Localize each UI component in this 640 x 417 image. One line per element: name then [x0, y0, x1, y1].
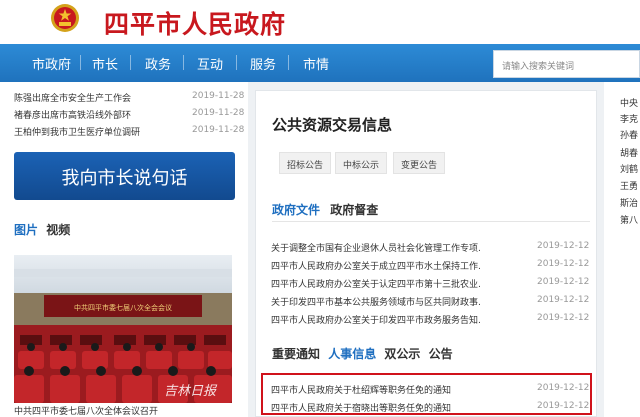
nav-divider	[288, 55, 289, 70]
news-item[interactable]: 王柏仲到我市卫生医疗单位调研 2019-11-28	[14, 125, 244, 139]
document-item[interactable]: 关于印发四平市基本公共服务领域市与区共同财政事... 2019-12-12	[271, 295, 589, 309]
notice-title[interactable]: 四平市人民政府关于宿晓出等职务任免的通知	[271, 401, 481, 414]
tender-notice-button[interactable]: 招标公告	[279, 152, 331, 174]
document-date: 2019-12-12	[537, 259, 590, 269]
notice-date: 2019-12-12	[537, 383, 590, 393]
news-date: 2019-11-28	[192, 125, 245, 135]
public-resource-trading-title[interactable]: 公共资源交易信息	[272, 114, 392, 135]
right-list-item[interactable]: 胡春	[620, 146, 638, 159]
meeting-photo-illustration: 中共四平市委七届八次全会会议 吉林日报	[14, 255, 232, 403]
nav-item-government-affairs[interactable]: 政务	[145, 54, 171, 73]
nav-item-interaction[interactable]: 互动	[197, 54, 223, 73]
document-date: 2019-12-12	[537, 295, 590, 305]
nav-item-city-info[interactable]: 市情	[303, 54, 329, 73]
news-date: 2019-11-28	[192, 108, 245, 118]
news-title[interactable]: 褚春彦出席市高铁沿线外部环	[14, 108, 164, 121]
nav-divider	[236, 55, 237, 70]
news-item[interactable]: 陈强出席全市安全生产工作会 2019-11-28	[14, 91, 244, 105]
news-title[interactable]: 王柏仲到我市卫生医疗单位调研	[14, 125, 164, 138]
tab-videos[interactable]: 视频	[46, 223, 70, 237]
news-date: 2019-11-28	[192, 91, 245, 101]
nav-item-mayor[interactable]: 市长	[92, 54, 118, 73]
document-date: 2019-12-12	[537, 241, 590, 251]
tab-important-notices[interactable]: 重要通知	[272, 347, 320, 361]
document-item[interactable]: 四平市人民政府办公室关于认定四平市第十三批农业... 2019-12-12	[271, 277, 589, 291]
right-list-item[interactable]: 刘鹤	[620, 162, 638, 175]
notice-item[interactable]: 四平市人民政府关于杜绍辉等职务任免的通知 2019-12-12	[271, 383, 589, 397]
news-item[interactable]: 褚春彦出席市高铁沿线外部环 2019-11-28	[14, 108, 244, 122]
media-tabs: 图片 视频	[14, 221, 70, 238]
document-date: 2019-12-12	[537, 313, 590, 323]
document-date: 2019-12-12	[537, 277, 590, 287]
tab-announcements[interactable]: 公告	[429, 347, 453, 361]
change-notice-button[interactable]: 变更公告	[393, 152, 445, 174]
notice-title[interactable]: 四平市人民政府关于杜绍辉等职务任免的通知	[271, 383, 481, 396]
document-title[interactable]: 关于印发四平市基本公共服务领域市与区共同财政事...	[271, 295, 481, 308]
news-title[interactable]: 陈强出席全市安全生产工作会	[14, 91, 164, 104]
notice-item[interactable]: 四平市人民政府关于宿晓出等职务任免的通知 2019-12-12	[271, 401, 589, 415]
nav-divider	[80, 55, 81, 70]
tab-government-documents[interactable]: 政府文件	[272, 203, 320, 217]
document-title[interactable]: 四平市人民政府办公室关于成立四平市水土保持工作...	[271, 259, 481, 272]
photo-watermark: 吉林日报	[164, 384, 218, 399]
right-list-item[interactable]: 中央	[620, 96, 638, 109]
document-item[interactable]: 关于调整全市国有企业退休人员社会化管理工作专项... 2019-12-12	[271, 241, 589, 255]
national-emblem-icon	[51, 4, 79, 32]
speak-to-mayor-banner[interactable]: 我向市长说句话	[14, 152, 235, 200]
search-input[interactable]: 请输入搜索关键词	[493, 50, 640, 78]
document-title[interactable]: 四平市人民政府办公室关于印发四平市政务服务告知...	[271, 313, 481, 326]
right-list-item[interactable]: 李克	[620, 112, 638, 125]
site-title[interactable]: 四平市人民政府	[104, 5, 286, 41]
photo-banner-text: 中共四平市委七届八次全会会议	[74, 303, 172, 312]
tab-personnel-info[interactable]: 人事信息	[328, 347, 376, 361]
photo-caption[interactable]: 中共四平市委七届八次全体会议召开	[14, 404, 158, 417]
page: 四平市人民政府 市政府 市长 政务 互动 服务 市情 请输入搜索关键词 陈强出席…	[0, 0, 640, 417]
tab-divider	[272, 221, 590, 222]
nav-divider	[183, 55, 184, 70]
right-list-item[interactable]: 斯治	[620, 196, 638, 209]
bid-award-button[interactable]: 中标公示	[335, 152, 387, 174]
right-list-item[interactable]: 王勇	[620, 179, 638, 192]
meeting-photo[interactable]: 中共四平市委七届八次全会会议 吉林日报	[14, 255, 232, 403]
notice-tabs: 重要通知 人事信息 双公示 公告	[272, 345, 457, 362]
tab-government-supervision[interactable]: 政府督查	[330, 203, 378, 217]
notice-date: 2019-12-12	[537, 401, 590, 411]
nav-divider	[130, 55, 131, 70]
document-item[interactable]: 四平市人民政府办公室关于印发四平市政务服务告知... 2019-12-12	[271, 313, 589, 327]
tab-double-publicity[interactable]: 双公示	[384, 347, 420, 361]
tab-photos[interactable]: 图片	[14, 223, 38, 237]
right-column: 中央 李克 孙春 胡春 刘鹤 王勇 斯治 第八	[604, 82, 640, 417]
document-title[interactable]: 关于调整全市国有企业退休人员社会化管理工作专项...	[271, 241, 481, 254]
nav-item-city-government[interactable]: 市政府	[32, 54, 71, 73]
right-list-item[interactable]: 孙春	[620, 128, 638, 141]
nav-item-services[interactable]: 服务	[250, 54, 276, 73]
document-item[interactable]: 四平市人民政府办公室关于成立四平市水土保持工作... 2019-12-12	[271, 259, 589, 273]
document-tabs: 政府文件 政府督查	[272, 201, 378, 218]
site-header: 四平市人民政府	[0, 0, 640, 44]
document-title[interactable]: 四平市人民政府办公室关于认定四平市第十三批农业...	[271, 277, 481, 290]
right-list-item[interactable]: 第八	[620, 213, 638, 226]
